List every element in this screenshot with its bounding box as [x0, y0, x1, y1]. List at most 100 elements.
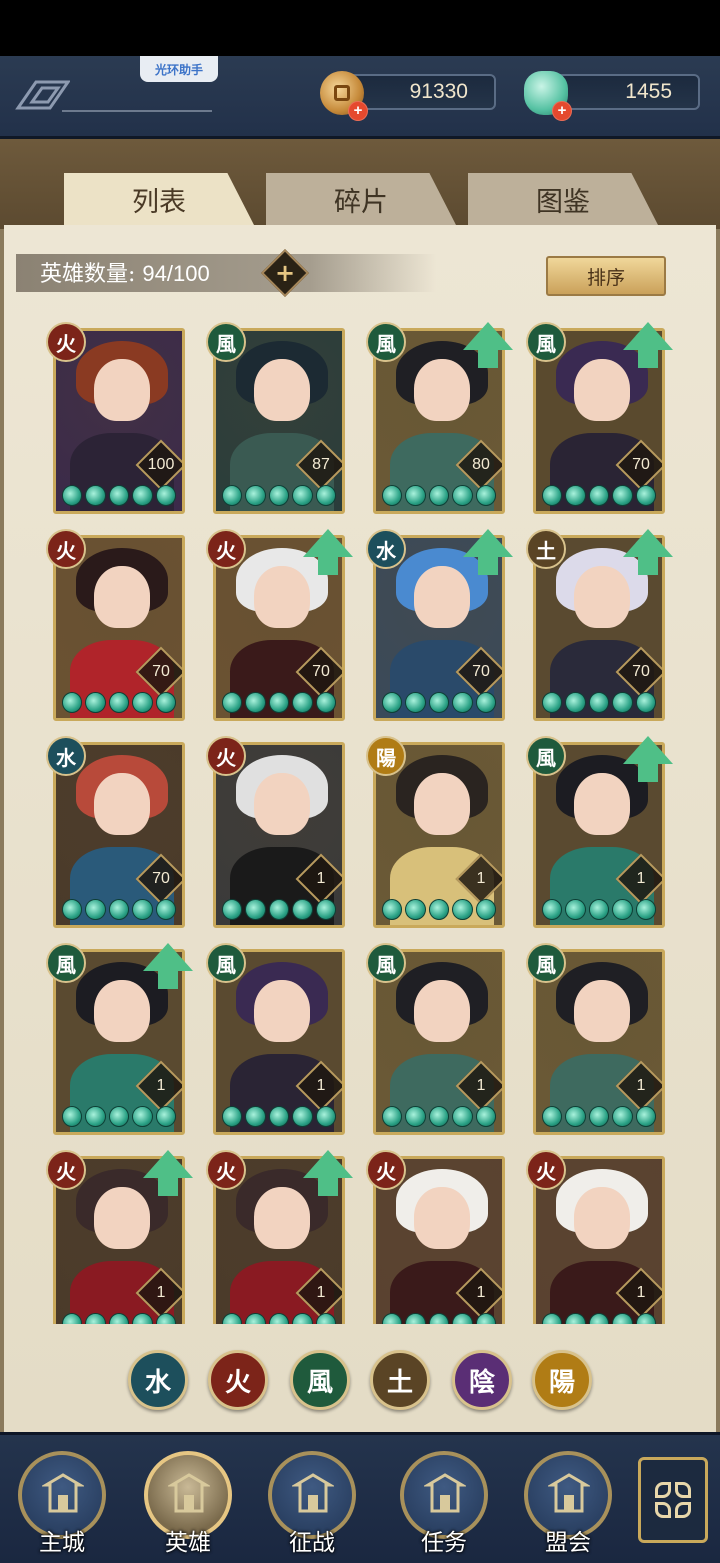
filter-yang-button[interactable]: 陽 [532, 1350, 592, 1410]
star-icon [85, 692, 106, 713]
star-icon [588, 899, 610, 920]
star-icon [245, 899, 266, 920]
nav-scroll[interactable]: 任务 [394, 1451, 494, 1559]
star-icon [62, 1106, 83, 1127]
star-icon [475, 1106, 497, 1127]
star-icon [612, 692, 633, 713]
upgrade-arrow-icon [463, 322, 513, 370]
level-value: 1 [636, 1077, 646, 1094]
hero-grid: 100 火 87 風 80 風 70 風 70 火 70 火 70 水 70 土 70 水 1 火 1 陽 1 風 1 風 1 風 1 風… [0, 318, 720, 1324]
nav-label: 征战 [289, 1530, 335, 1556]
element-earth-icon: 土 [526, 529, 566, 569]
star-icon [382, 899, 403, 920]
element-fire-icon: 火 [366, 1150, 406, 1190]
star-icon [428, 485, 450, 506]
level-value: 70 [152, 663, 170, 680]
star-icon [268, 1313, 290, 1324]
hero-count-label: 英雄数量: [40, 262, 136, 287]
star-icon [428, 899, 450, 920]
filter-wind-button[interactable]: 風 [290, 1350, 350, 1410]
star-icon [475, 485, 497, 506]
element-wind-icon: 風 [366, 943, 406, 983]
star-rating [382, 1313, 497, 1324]
star-rating [222, 899, 337, 921]
star-rating [62, 692, 177, 714]
coin-counter[interactable]: + 91330 [320, 71, 496, 121]
nav-guild[interactable]: 盟会 [518, 1451, 618, 1559]
nav-castle[interactable]: 主城 [12, 1451, 112, 1559]
plus-icon: + [274, 259, 296, 287]
logo-icon [15, 80, 70, 110]
level-value: 1 [316, 1284, 326, 1301]
star-rating [382, 899, 497, 921]
nav-battle[interactable]: 征战 [262, 1451, 362, 1559]
level-value: 1 [156, 1284, 166, 1301]
star-icon [132, 485, 153, 506]
star-icon [565, 1313, 586, 1324]
filter-earth-button[interactable]: 土 [370, 1350, 430, 1410]
level-value: 1 [476, 1077, 486, 1094]
star-icon [565, 692, 586, 713]
element-filter-bar: 水火風土陰陽 [0, 1330, 720, 1430]
gem-counter[interactable]: + 1455 [524, 71, 700, 121]
jade-pouch-icon: + [524, 71, 572, 121]
star-icon [108, 899, 130, 920]
star-icon [382, 1106, 403, 1127]
star-icon [635, 899, 657, 920]
hero-count: 英雄数量: 94/100 [40, 256, 210, 288]
tab-bar: 列表 碎片 图鉴 [0, 139, 720, 229]
star-icon [475, 1313, 497, 1324]
add-gem-icon[interactable]: + [552, 101, 572, 121]
element-wind-icon: 風 [206, 322, 246, 362]
element-fire-icon: 火 [46, 1150, 86, 1190]
hero-count-value: 94/100 [142, 261, 210, 286]
star-icon [565, 1106, 586, 1127]
sort-button[interactable]: 排序 [546, 256, 666, 296]
filter-water-button[interactable]: 水 [128, 1350, 188, 1410]
star-icon [452, 899, 473, 920]
element-fire-icon: 火 [46, 322, 86, 362]
star-icon [315, 692, 337, 713]
tab-codex[interactable]: 图鉴 [468, 173, 658, 225]
nav-label: 任务 [421, 1530, 467, 1556]
star-icon [565, 485, 586, 506]
star-rating [542, 1313, 657, 1324]
more-button[interactable] [638, 1457, 708, 1543]
star-icon [315, 899, 337, 920]
star-icon [382, 1313, 403, 1324]
star-icon [222, 485, 243, 506]
star-icon [132, 1106, 153, 1127]
upgrade-arrow-icon [463, 529, 513, 577]
filter-fire-button[interactable]: 火 [208, 1350, 268, 1410]
star-icon [85, 1106, 106, 1127]
star-icon [452, 485, 473, 506]
level-value: 70 [152, 870, 170, 887]
tab-list[interactable]: 列表 [64, 173, 254, 225]
nav-hero[interactable]: 英雄 [138, 1451, 238, 1559]
element-water-icon: 水 [46, 736, 86, 776]
filter-yin-button[interactable]: 陰 [452, 1350, 512, 1410]
helper-badge[interactable]: 光环助手 [140, 56, 218, 82]
star-icon [245, 692, 266, 713]
star-icon [245, 1313, 266, 1324]
star-icon [405, 692, 426, 713]
star-icon [382, 485, 403, 506]
star-icon [292, 692, 313, 713]
add-coin-icon[interactable]: + [348, 101, 368, 121]
star-icon [588, 1313, 610, 1324]
star-icon [382, 692, 403, 713]
star-icon [542, 692, 563, 713]
star-icon [62, 1313, 83, 1324]
element-fire-icon: 火 [526, 1150, 566, 1190]
gem-value: 1455 [625, 80, 672, 103]
star-icon [612, 1313, 633, 1324]
star-icon [155, 1313, 177, 1324]
star-icon [85, 485, 106, 506]
tab-fragments[interactable]: 碎片 [266, 173, 456, 225]
star-icon [542, 899, 563, 920]
star-icon [542, 1313, 563, 1324]
star-icon [428, 692, 450, 713]
star-icon [612, 899, 633, 920]
star-icon [315, 1313, 337, 1324]
level-value: 87 [312, 456, 330, 473]
